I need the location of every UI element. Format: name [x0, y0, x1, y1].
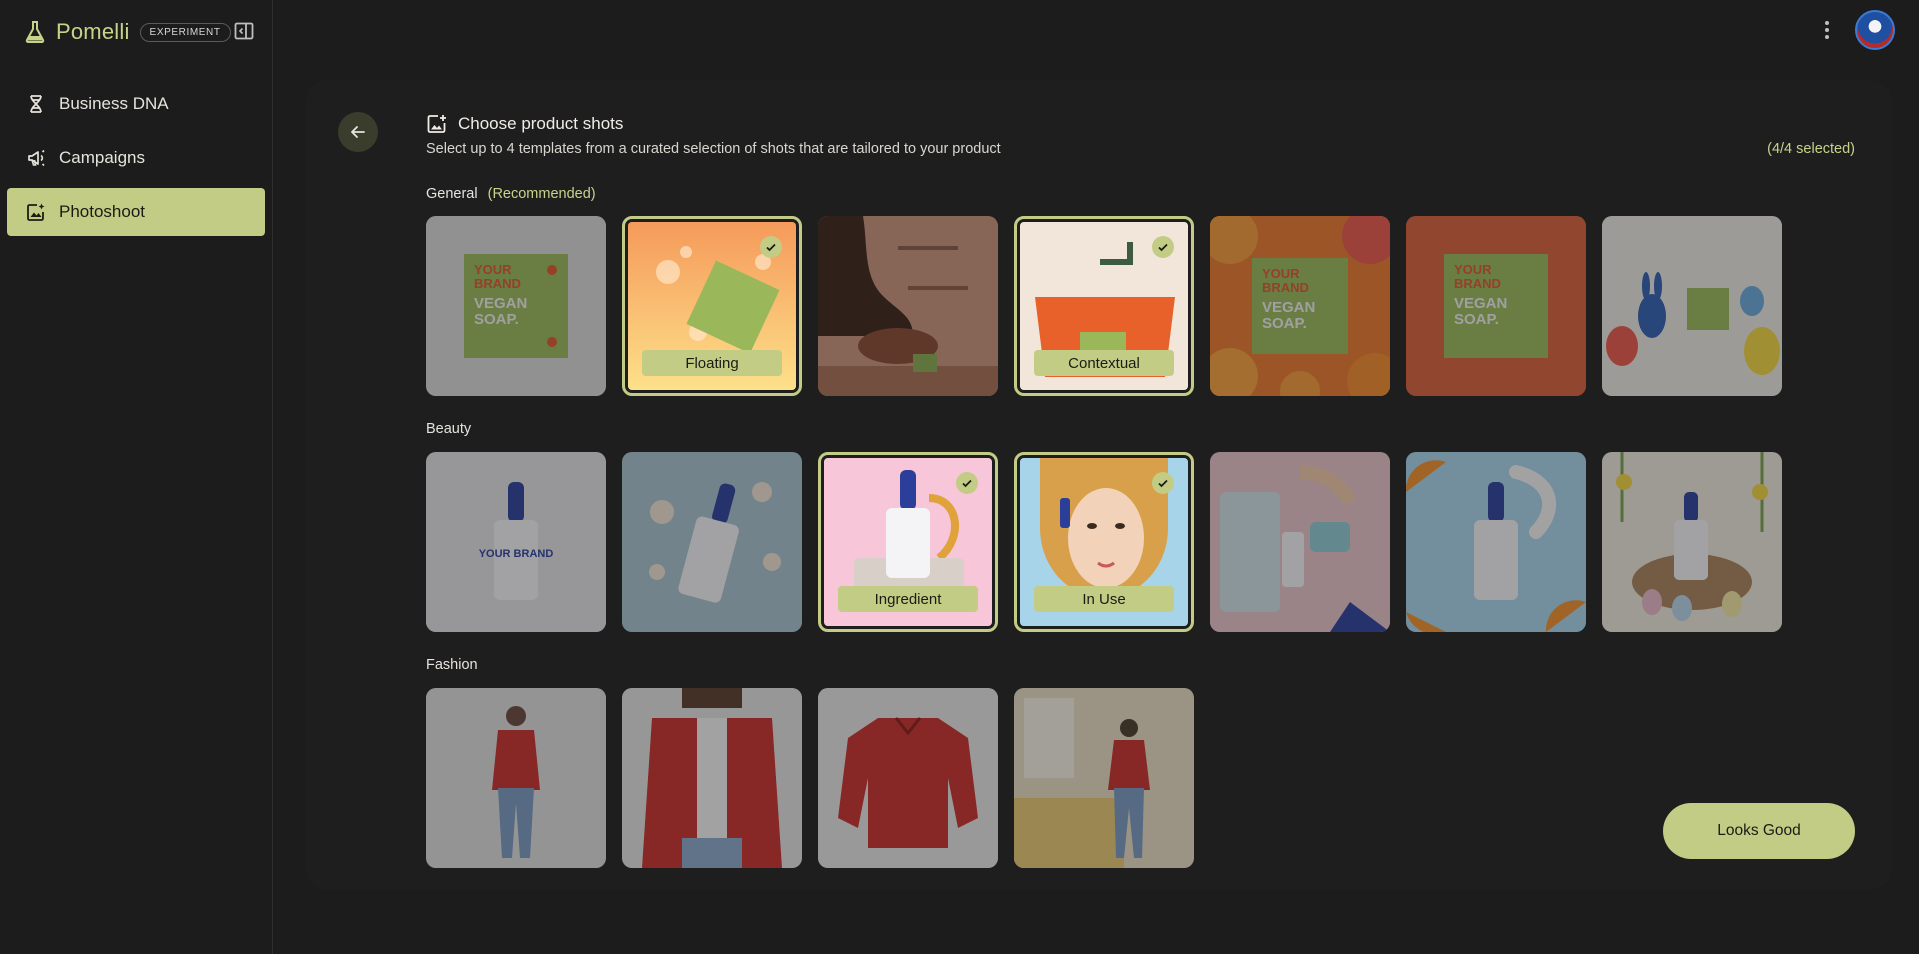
section-label-fashion: Fashion — [426, 657, 478, 673]
general-row: YOUR BRAND VEGAN SOAP. Floating Contextu… — [426, 216, 1782, 396]
brand[interactable]: Pomelli EXPERIMENT — [24, 18, 231, 46]
sidebar-nav: Business DNA Campaigns Photoshoot — [7, 80, 265, 242]
photo-sparkle-icon — [25, 201, 47, 223]
template-tile[interactable] — [622, 688, 802, 868]
collapse-sidebar-icon[interactable] — [234, 21, 254, 41]
back-button[interactable] — [338, 112, 378, 152]
beauty-row: YOUR BRAND Ingredient In Use — [426, 452, 1782, 632]
check-icon — [1152, 236, 1174, 258]
megaphone-icon — [25, 147, 47, 169]
template-tile-in-use[interactable]: In Use — [1014, 452, 1194, 632]
template-tile-contextual[interactable]: Contextual — [1014, 216, 1194, 396]
recommended-tag: (Recommended) — [487, 186, 596, 202]
title-text: Choose product shots — [458, 114, 624, 133]
section-label-beauty: Beauty — [426, 421, 471, 437]
sidebar-item-campaigns[interactable]: Campaigns — [7, 134, 265, 182]
template-tile[interactable] — [1602, 452, 1782, 632]
sidebar-item-label: Business DNA — [59, 94, 169, 113]
tile-label: Floating — [642, 350, 782, 376]
template-tile-floating[interactable]: Floating — [622, 216, 802, 396]
app-name: Pomelli — [56, 19, 130, 44]
template-tile[interactable]: YOUR BRAND — [426, 452, 606, 632]
template-tile[interactable] — [1210, 452, 1390, 632]
template-tile[interactable] — [1406, 452, 1586, 632]
sidebar: Pomelli EXPERIMENT Business DNA Campaign… — [0, 0, 273, 954]
template-tile[interactable] — [818, 216, 998, 396]
more-options-icon[interactable] — [1817, 20, 1837, 40]
tile-label: Ingredient — [838, 586, 978, 612]
avatar[interactable] — [1855, 10, 1895, 50]
template-tile[interactable] — [818, 688, 998, 868]
tile-label: In Use — [1034, 586, 1174, 612]
flask-icon — [25, 21, 45, 43]
dna-icon — [25, 93, 47, 115]
arrow-left-icon — [351, 126, 365, 138]
check-icon — [956, 472, 978, 494]
add-photo-icon — [427, 115, 446, 133]
section-title: Beauty — [426, 421, 472, 437]
sidebar-item-photoshoot[interactable]: Photoshoot — [7, 188, 265, 236]
looks-good-button[interactable]: Looks Good — [1663, 803, 1855, 859]
template-tile[interactable] — [1014, 688, 1194, 868]
section-title: General — [426, 186, 478, 202]
page-subtitle: Select up to 4 templates from a curated … — [426, 141, 1001, 157]
section-label-general: General (Recommended) — [426, 186, 596, 202]
template-tile-ingredient[interactable]: Ingredient — [818, 452, 998, 632]
template-tile[interactable] — [622, 452, 802, 632]
sidebar-item-label: Photoshoot — [59, 202, 146, 221]
template-tile[interactable] — [1602, 216, 1782, 396]
tile-label: Contextual — [1034, 350, 1174, 376]
selection-count: (4/4 selected) — [1767, 141, 1855, 157]
sidebar-item-label: Campaigns — [59, 148, 145, 167]
fashion-row — [426, 688, 1194, 868]
experiment-badge: EXPERIMENT — [139, 22, 231, 42]
page-title: Choose product shots — [426, 113, 623, 135]
template-tile[interactable]: YOUR BRAND VEGAN SOAP. — [426, 216, 606, 396]
template-tile[interactable]: YOUR BRAND VEGAN SOAP. — [1210, 216, 1390, 396]
template-tile[interactable] — [426, 688, 606, 868]
template-tile[interactable]: YOUR BRAND VEGAN SOAP. — [1406, 216, 1586, 396]
sidebar-item-business-dna[interactable]: Business DNA — [7, 80, 265, 128]
check-icon — [760, 236, 782, 258]
check-icon — [1152, 472, 1174, 494]
section-title: Fashion — [426, 657, 478, 673]
top-right-controls — [1817, 10, 1895, 50]
